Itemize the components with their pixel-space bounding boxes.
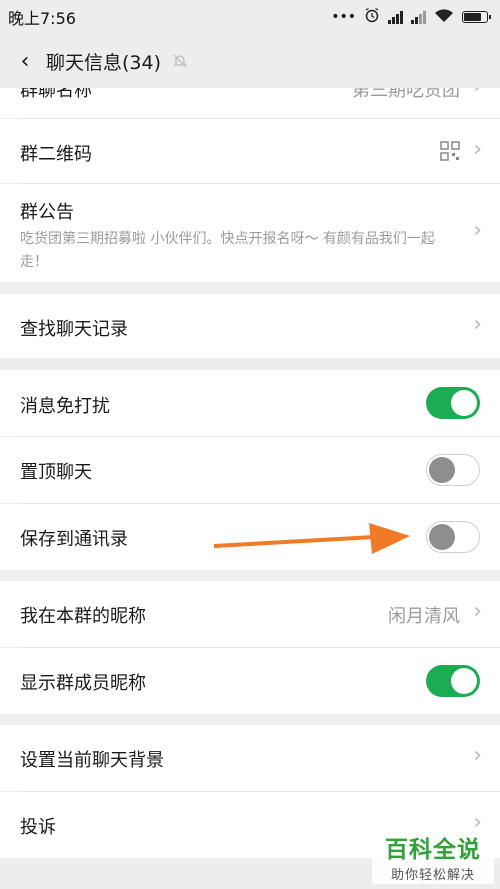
chevron-right-icon: › — [473, 743, 482, 768]
chevron-right-icon: › — [473, 137, 482, 162]
complain-label: 投诉 — [20, 817, 56, 838]
qr-code-row[interactable]: 群二维码 › — [0, 119, 500, 183]
search-history-row[interactable]: 查找聊天记录 › — [0, 294, 500, 358]
back-button[interactable]: ‹ — [12, 48, 38, 74]
chat-background-label: 设置当前聊天背景 — [20, 750, 164, 771]
watermark-logo: 百科全说 助你轻松解决 — [372, 828, 494, 884]
qr-code-icon — [440, 141, 460, 161]
toggle-knob — [429, 457, 455, 483]
chevron-right-icon: › — [473, 88, 482, 99]
chat-background-row[interactable]: 设置当前聊天背景 › — [0, 725, 500, 791]
signal-icon — [388, 10, 403, 24]
status-bar: 晚上7:56 ••• — [0, 0, 500, 34]
toggle-knob — [451, 390, 477, 416]
chevron-right-icon: › — [473, 599, 482, 624]
status-time: 晚上7:56 — [8, 9, 76, 28]
mute-label: 消息免打扰 — [20, 396, 110, 417]
mute-toggle[interactable] — [426, 387, 480, 419]
battery-icon — [462, 11, 491, 23]
wifi-icon — [434, 8, 454, 27]
save-contacts-toggle[interactable] — [426, 521, 480, 553]
more-dots-icon: ••• — [331, 9, 356, 25]
group-notice-label: 群公告 — [20, 202, 74, 223]
my-nickname-label: 我在本群的昵称 — [20, 606, 146, 627]
mute-bell-icon — [171, 52, 189, 70]
orange-arrow-icon — [214, 523, 410, 554]
group-name-label: 群聊名称 — [20, 88, 92, 101]
group-notice-row[interactable]: 群公告 吃货团第三期招募啦 小伙伴们。快点开报名呀～ 有颜有品我们一起走！ › — [0, 184, 500, 282]
show-nicknames-row: 显示群成员昵称 — [0, 648, 500, 714]
pin-toggle[interactable] — [426, 454, 480, 486]
show-nicknames-toggle[interactable] — [426, 665, 480, 697]
mute-row: 消息免打扰 — [0, 370, 500, 436]
watermark-subtitle: 助你轻松解决 — [390, 868, 475, 883]
alarm-icon — [364, 7, 380, 27]
search-history-label: 查找聊天记录 — [20, 319, 128, 340]
save-contacts-label: 保存到通讯录 — [20, 529, 128, 550]
page-title: 聊天信息(34) — [46, 51, 162, 74]
group-name-row[interactable]: 群聊名称 第三期吃货团 › — [0, 88, 500, 118]
group-name-value: 第三期吃货团 — [352, 88, 460, 101]
toggle-knob — [429, 524, 455, 550]
watermark-title: 百科全说 — [385, 837, 481, 863]
qr-code-label: 群二维码 — [20, 144, 92, 165]
my-nickname-row[interactable]: 我在本群的昵称 闲月清风 › — [0, 581, 500, 647]
pin-row: 置顶聊天 — [0, 437, 500, 503]
toggle-knob — [451, 668, 477, 694]
chevron-right-icon: › — [473, 218, 482, 243]
my-nickname-value: 闲月清风 — [388, 606, 460, 627]
show-nicknames-label: 显示群成员昵称 — [20, 673, 146, 694]
signal-2-icon — [411, 10, 426, 24]
nav-bar: ‹ 聊天信息(34) — [0, 34, 500, 88]
chevron-right-icon: › — [473, 312, 482, 337]
status-icons: ••• — [331, 7, 491, 27]
group-notice-text: 吃货团第三期招募啦 小伙伴们。快点开报名呀～ 有颜有品我们一起走！ — [20, 231, 435, 270]
pin-label: 置顶聊天 — [20, 462, 92, 483]
